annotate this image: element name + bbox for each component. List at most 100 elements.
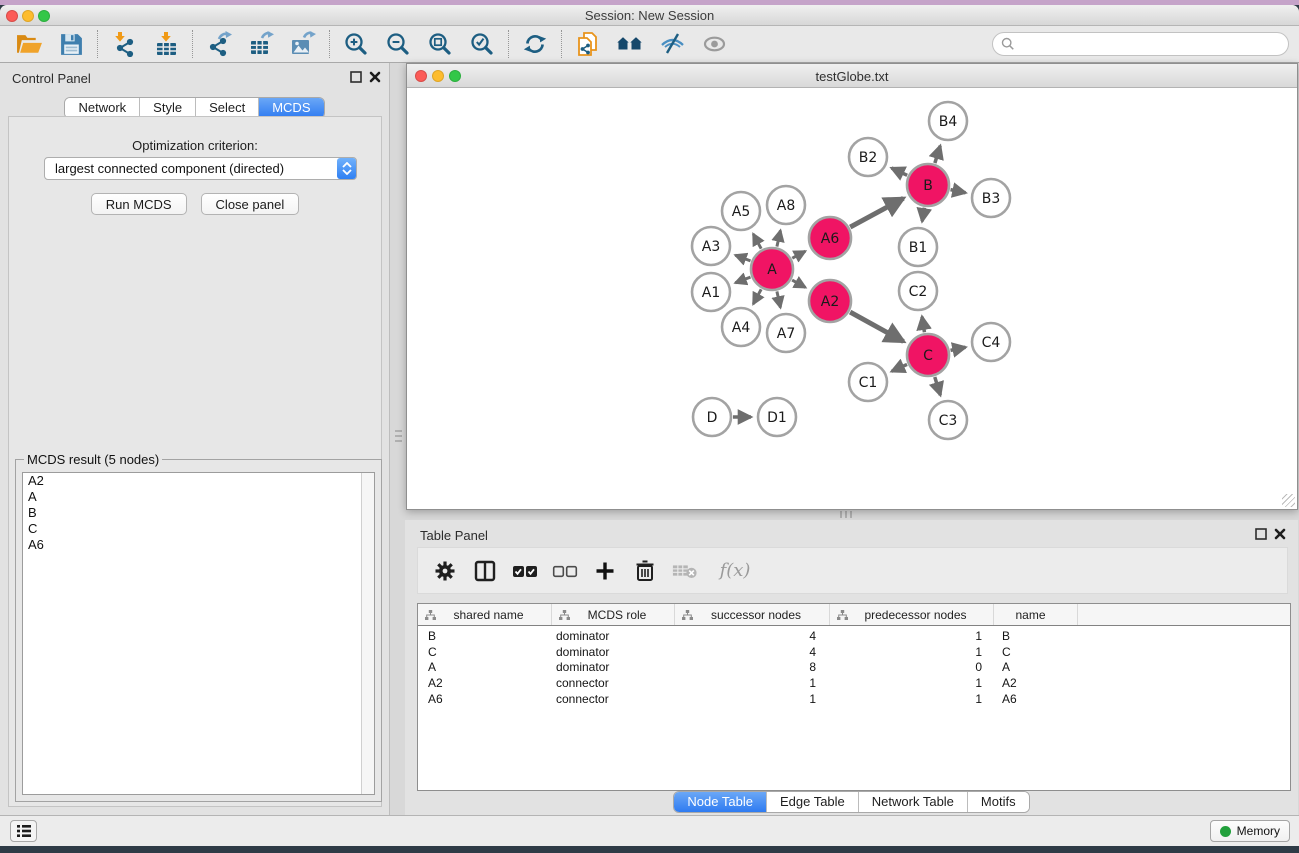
export-image-button[interactable] [282, 28, 324, 60]
mcds-result-item[interactable]: B [23, 505, 374, 521]
import-table-button[interactable] [145, 28, 187, 60]
search-box[interactable] [992, 32, 1289, 56]
graph-node-A7[interactable]: A7 [767, 314, 805, 352]
delete-row-button[interactable] [632, 558, 658, 584]
table-cell[interactable]: C [994, 645, 1078, 661]
vertical-splitter-handle[interactable] [395, 430, 402, 456]
graph-edge-A-A3[interactable] [735, 255, 750, 261]
graph-node-A2[interactable]: A2 [809, 280, 851, 322]
float-panel-icon[interactable] [1255, 528, 1267, 540]
graph-edge-C-C2[interactable] [922, 317, 924, 333]
horizontal-splitter-handle[interactable] [840, 511, 866, 518]
graph-node-C4[interactable]: C4 [972, 323, 1010, 361]
column-header-successor-nodes[interactable]: successor nodes [675, 604, 830, 625]
graph-edge-A-A7[interactable] [777, 291, 781, 307]
graph-edge-B-B4[interactable] [935, 146, 940, 163]
table-cell[interactable]: connector [552, 676, 675, 692]
memory-button[interactable]: Memory [1210, 820, 1290, 842]
graph-edge-A-A2[interactable] [792, 280, 805, 287]
graph-node-B3[interactable]: B3 [972, 179, 1010, 217]
add-row-button[interactable] [592, 558, 618, 584]
zoom-in-button[interactable] [335, 28, 377, 60]
table-cell[interactable]: A2 [418, 676, 552, 692]
graph-edge-A-A5[interactable] [753, 234, 761, 249]
tab-network-table[interactable]: Network Table [858, 792, 967, 812]
table-row-A2[interactable]: A2connector11A2 [418, 676, 1290, 692]
tab-style[interactable]: Style [139, 98, 195, 118]
graph-node-A4[interactable]: A4 [722, 308, 760, 346]
graph-node-A1[interactable]: A1 [692, 273, 730, 311]
zoom-selected-button[interactable] [461, 28, 503, 60]
hide-selected-button[interactable] [651, 28, 693, 60]
table-cell[interactable]: A [418, 660, 552, 676]
graph-edge-A2-C[interactable] [850, 312, 903, 341]
table-cell[interactable]: dominator [552, 660, 675, 676]
column-header-shared-name[interactable]: shared name [418, 604, 552, 625]
graph-edge-A-A4[interactable] [753, 289, 761, 304]
close-panel-icon[interactable] [1274, 528, 1286, 540]
graph-edge-A-A1[interactable] [735, 277, 750, 283]
table-row-A6[interactable]: A6connector11A6 [418, 692, 1290, 708]
graph-edge-A6-B[interactable] [850, 198, 903, 227]
graph-node-A[interactable]: A [751, 248, 793, 290]
node-table[interactable]: shared nameMCDS rolesuccessor nodesprede… [417, 603, 1291, 791]
graph-node-B[interactable]: B [907, 164, 949, 206]
close-panel-button[interactable]: Close panel [201, 193, 300, 215]
column-header-MCDS-role[interactable]: MCDS role [552, 604, 675, 625]
graph-node-C[interactable]: C [907, 334, 949, 376]
table-cell[interactable]: 4 [675, 645, 830, 661]
table-cell[interactable]: A [994, 660, 1078, 676]
column-header-name[interactable]: name [994, 604, 1078, 625]
graph-edge-A-A8[interactable] [777, 230, 781, 246]
scrollbar-track[interactable] [361, 473, 374, 794]
table-cell[interactable]: A6 [994, 692, 1078, 708]
tab-motifs[interactable]: Motifs [967, 792, 1029, 812]
table-cell[interactable]: 1 [830, 676, 994, 692]
mcds-result-item[interactable]: A [23, 489, 374, 505]
apply-function-button[interactable]: f(x) [712, 558, 758, 584]
deselect-all-button[interactable] [552, 558, 578, 584]
table-cell[interactable]: connector [552, 692, 675, 708]
table-options-button[interactable] [432, 558, 458, 584]
graph-node-B2[interactable]: B2 [849, 138, 887, 176]
run-mcds-button[interactable]: Run MCDS [91, 193, 187, 215]
export-table-button[interactable] [240, 28, 282, 60]
tab-node-table[interactable]: Node Table [674, 792, 766, 812]
graph-node-A6[interactable]: A6 [809, 217, 851, 259]
column-header-predecessor-nodes[interactable]: predecessor nodes [830, 604, 994, 625]
delete-table-button[interactable] [672, 558, 698, 584]
tab-network[interactable]: Network [65, 98, 139, 118]
open-session-button[interactable] [8, 28, 50, 60]
close-panel-icon[interactable] [369, 71, 381, 83]
export-network-button[interactable] [198, 28, 240, 60]
tab-select[interactable]: Select [195, 98, 258, 118]
table-cell[interactable]: B [418, 629, 552, 645]
table-cell[interactable]: 1 [675, 692, 830, 708]
graph-node-D[interactable]: D [693, 398, 731, 436]
save-session-button[interactable] [50, 28, 92, 60]
optimization-criterion-select[interactable]: largest connected component (directed) [44, 157, 357, 180]
graph-node-C3[interactable]: C3 [929, 401, 967, 439]
graph-node-A5[interactable]: A5 [722, 192, 760, 230]
graph-edge-B-B2[interactable] [892, 168, 908, 175]
table-cell[interactable]: C [418, 645, 552, 661]
import-network-button[interactable] [103, 28, 145, 60]
table-cell[interactable]: A2 [994, 676, 1078, 692]
graph-node-C1[interactable]: C1 [849, 363, 887, 401]
graph-node-A3[interactable]: A3 [692, 227, 730, 265]
network-graph[interactable]: B4B2BB3A8A5A6B1A3AC2A1A2A4A7C4CC1C3DD1 [407, 88, 1297, 509]
graph-edge-C-C3[interactable] [935, 377, 941, 395]
task-history-button[interactable] [10, 820, 37, 842]
table-cell[interactable]: 1 [830, 629, 994, 645]
table-cell[interactable]: 1 [830, 645, 994, 661]
select-all-button[interactable] [512, 558, 538, 584]
float-panel-icon[interactable] [350, 71, 362, 83]
table-cell[interactable]: dominator [552, 645, 675, 661]
graph-edge-C-C4[interactable] [951, 347, 966, 350]
graph-edge-C-C1[interactable] [892, 364, 907, 371]
zoom-fit-button[interactable] [419, 28, 461, 60]
graph-edge-B-B1[interactable] [922, 208, 924, 222]
mcds-result-list[interactable]: A2ABCA6 [22, 472, 375, 795]
graph-node-A8[interactable]: A8 [767, 186, 805, 224]
table-cell[interactable]: dominator [552, 629, 675, 645]
